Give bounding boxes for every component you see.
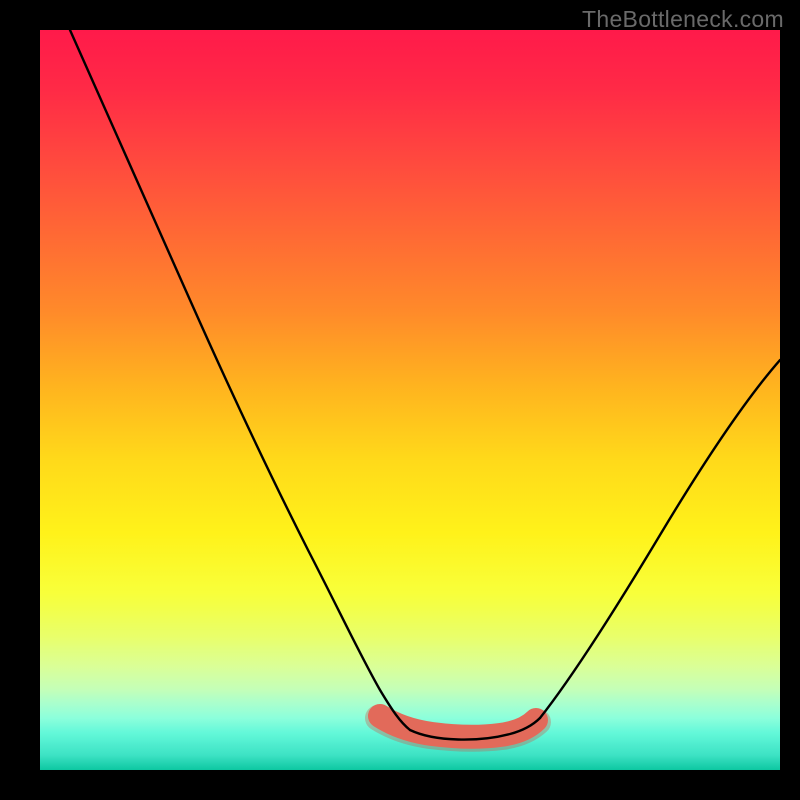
watermark-text: TheBottleneck.com xyxy=(582,6,784,33)
curve-layer xyxy=(40,30,780,770)
chart-frame: TheBottleneck.com xyxy=(0,0,800,800)
plot-area xyxy=(40,30,780,770)
bottleneck-curve-left xyxy=(70,30,410,730)
bottleneck-curve-right xyxy=(540,360,780,718)
